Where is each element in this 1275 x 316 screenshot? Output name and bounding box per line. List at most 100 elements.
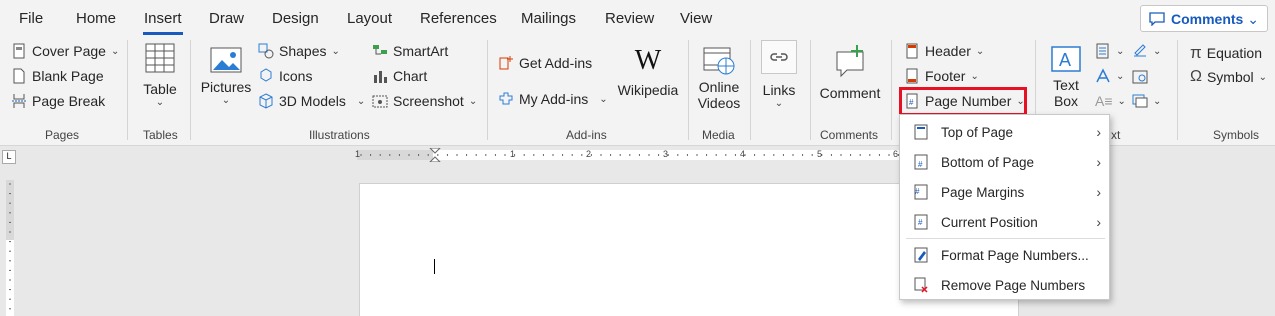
cover-page-button[interactable]: Cover Page ⌄ <box>11 43 119 59</box>
menu-item-format-page-numbers[interactable]: Format Page Numbers... <box>900 240 1109 270</box>
smartart-icon <box>373 45 387 55</box>
text-box-label-1: Text <box>1053 77 1079 93</box>
group-separator <box>810 40 811 140</box>
table-button[interactable]: Table ⌄ <box>140 42 180 108</box>
header-button[interactable]: Header ⌄ <box>904 43 984 59</box>
3d-models-label: 3D Models <box>279 93 346 109</box>
shapes-button[interactable]: Shapes ⌄ <box>258 43 340 59</box>
comment-label: Comment <box>819 85 881 101</box>
chart-button[interactable]: Chart <box>372 68 427 84</box>
page-break-label: Page Break <box>32 93 106 109</box>
menu-item-page-margins[interactable]: # Page Margins › <box>900 177 1109 207</box>
comments-button[interactable]: Comments ⌄ <box>1140 5 1268 32</box>
tab-references[interactable]: References <box>420 10 497 27</box>
menu-item-current-position[interactable]: # Current Position › <box>900 207 1109 237</box>
omega-icon: Ω <box>1190 68 1202 85</box>
quick-parts-button[interactable]: ⌄ <box>1095 43 1124 59</box>
footer-icon <box>906 68 918 84</box>
wikipedia-button[interactable]: W Wikipedia <box>616 45 680 99</box>
tab-insert[interactable]: Insert <box>144 10 182 27</box>
signature-line-button[interactable]: ⌄ <box>1132 43 1161 59</box>
current-position-icon: # <box>914 214 928 230</box>
symbol-button[interactable]: Ω Symbol ⌄ <box>1190 68 1267 86</box>
drop-cap-icon: A≡ <box>1095 93 1113 109</box>
tab-design[interactable]: Design <box>272 10 319 27</box>
tab-file[interactable]: File <box>19 10 43 27</box>
my-add-ins-button[interactable]: My Add-ins ⌄ <box>498 91 608 107</box>
horizontal-ruler[interactable] <box>357 148 917 162</box>
wordart-button[interactable]: ⌄ <box>1095 68 1124 84</box>
page-number-highlight <box>899 87 1027 116</box>
blank-page-button[interactable]: Blank Page <box>11 68 104 84</box>
page-number-menu: Top of Page › # Bottom of Page › # Page … <box>899 114 1110 300</box>
screenshot-icon <box>372 95 388 108</box>
menu-item-label: Bottom of Page <box>941 154 1035 170</box>
group-separator <box>487 40 488 140</box>
wikipedia-label: Wikipedia <box>617 82 679 98</box>
format-page-numbers-icon <box>914 247 928 263</box>
table-icon <box>145 43 175 73</box>
pictures-button[interactable]: Pictures ⌄ <box>200 46 252 106</box>
equation-button[interactable]: π Equation <box>1190 43 1262 63</box>
date-time-button[interactable] <box>1132 68 1148 84</box>
page-break-button[interactable]: Page Break <box>11 93 105 109</box>
cube-icon <box>259 93 273 109</box>
ribbon-tab-bar: File Home Insert Draw Design Layout Refe… <box>0 0 1275 36</box>
shapes-icon <box>258 43 274 59</box>
group-label-illustrations: Illustrations <box>309 128 370 142</box>
tab-layout[interactable]: Layout <box>347 10 392 27</box>
shapes-label: Shapes <box>279 43 327 59</box>
group-separator <box>1177 40 1178 140</box>
tab-draw[interactable]: Draw <box>209 10 244 27</box>
tab-view[interactable]: View <box>680 10 712 27</box>
object-icon <box>1132 94 1148 108</box>
new-comment-button[interactable]: Comment <box>815 44 885 101</box>
online-videos-button[interactable]: Online Videos <box>694 44 744 111</box>
my-add-ins-label: My Add-ins <box>519 91 589 107</box>
chart-label: Chart <box>393 68 428 84</box>
wordart-icon <box>1096 68 1110 83</box>
svg-text:#: # <box>918 218 923 227</box>
tab-review[interactable]: Review <box>605 10 654 27</box>
chevron-right-icon: › <box>1096 214 1101 230</box>
chevron-right-icon: › <box>1096 124 1101 140</box>
tab-home[interactable]: Home <box>76 10 116 27</box>
ruler-tick-label: 5 <box>817 149 823 159</box>
pi-icon: π <box>1190 43 1202 62</box>
links-button[interactable]: Links ⌄ <box>757 40 801 109</box>
3d-models-button[interactable]: 3D Models ⌄ <box>258 93 365 109</box>
icons-icon <box>260 68 272 82</box>
tab-selector[interactable]: L <box>2 150 16 164</box>
remove-page-numbers-icon <box>914 277 928 293</box>
wikipedia-icon: W <box>634 45 662 76</box>
icons-label: Icons <box>279 68 313 84</box>
calendar-icon <box>1132 70 1148 84</box>
get-add-ins-label: Get Add-ins <box>519 55 593 71</box>
menu-item-label: Page Margins <box>941 184 1025 200</box>
text-box-button[interactable]: A Text Box <box>1044 44 1088 109</box>
footer-button[interactable]: Footer ⌄ <box>904 68 979 84</box>
group-separator <box>891 40 892 140</box>
screenshot-button[interactable]: Screenshot ⌄ <box>372 93 477 109</box>
tab-mailings[interactable]: Mailings <box>521 10 576 27</box>
drop-cap-button[interactable]: A≡ ⌄ <box>1095 93 1126 109</box>
blank-page-icon <box>13 68 25 84</box>
menu-item-bottom-of-page[interactable]: # Bottom of Page › <box>900 147 1109 177</box>
link-icon <box>761 40 797 74</box>
menu-item-label: Format Page Numbers... <box>941 247 1089 263</box>
group-label-pages: Pages <box>45 128 80 142</box>
vertical-ruler[interactable] <box>4 180 16 316</box>
online-videos-label-1: Online <box>698 79 740 95</box>
menu-separator <box>906 238 1105 239</box>
get-add-ins-button[interactable]: Get Add-ins <box>498 55 592 71</box>
group-separator <box>190 40 191 140</box>
menu-item-label: Current Position <box>941 214 1038 230</box>
menu-item-remove-page-numbers[interactable]: Remove Page Numbers <box>900 270 1109 300</box>
group-separator <box>688 40 689 140</box>
chevron-down-icon: ⌄ <box>221 95 231 106</box>
object-button[interactable]: ⌄ <box>1132 93 1161 109</box>
menu-item-top-of-page[interactable]: Top of Page › <box>900 117 1109 147</box>
bottom-of-page-icon: # <box>914 154 928 170</box>
icons-button[interactable]: Icons <box>258 68 312 84</box>
smartart-button[interactable]: SmartArt <box>372 43 448 59</box>
